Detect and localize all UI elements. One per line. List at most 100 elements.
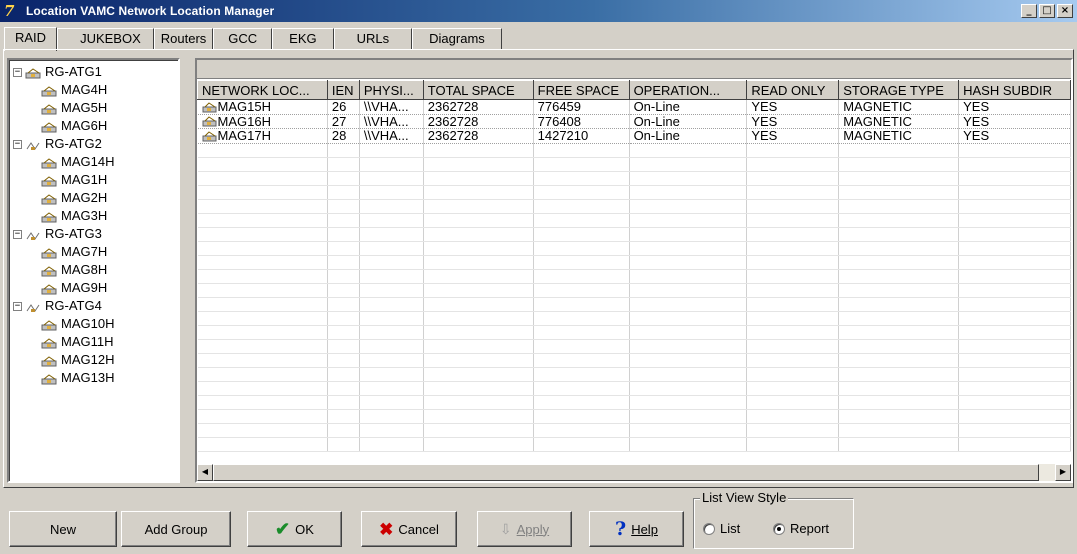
tree-item-mag13h[interactable]: MAG13H bbox=[13, 369, 178, 387]
collapse-icon[interactable]: − bbox=[13, 230, 22, 240]
tree-item-mag10h[interactable]: MAG10H bbox=[13, 315, 178, 333]
storage-icon bbox=[202, 131, 217, 143]
cell-read-only: YES bbox=[746, 114, 840, 130]
column-header-storage-type[interactable]: STORAGE TYPE bbox=[838, 80, 960, 100]
tree-group-label: RG-ATG3 bbox=[45, 226, 102, 241]
empty-cell bbox=[533, 311, 630, 326]
tree-group-rg-atg4[interactable]: − RG-ATG4 bbox=[13, 297, 178, 315]
tree-item-mag11h[interactable]: MAG11H bbox=[13, 333, 178, 351]
tree-item-mag12h[interactable]: MAG12H bbox=[13, 351, 178, 369]
empty-cell bbox=[359, 227, 424, 242]
minimize-button[interactable]: _ bbox=[1021, 4, 1037, 18]
close-button[interactable]: × bbox=[1057, 4, 1073, 18]
column-header-total-space[interactable]: TOTAL SPACE bbox=[422, 80, 534, 100]
cell-hash-subdir: YES bbox=[958, 99, 1071, 115]
column-header-physical-reference[interactable]: PHYSI... bbox=[358, 80, 424, 100]
tree-item-mag9h[interactable]: MAG9H bbox=[13, 279, 178, 297]
column-header-read-only[interactable]: READ ONLY bbox=[746, 80, 840, 100]
horizontal-scrollbar[interactable]: ◀ ▶ bbox=[197, 464, 1071, 481]
cell-free-space: 776459 bbox=[533, 99, 630, 115]
scrollbar-thumb[interactable] bbox=[213, 464, 1039, 481]
tree-item-label: MAG6H bbox=[61, 118, 108, 133]
help-button[interactable]: ? Help bbox=[589, 511, 684, 547]
tree-group-rg-atg3[interactable]: − RG-ATG3 bbox=[13, 225, 178, 243]
tree-item-mag7h[interactable]: MAG7H bbox=[13, 243, 178, 261]
tab-routers[interactable]: Routers bbox=[153, 28, 214, 50]
empty-cell bbox=[423, 269, 534, 284]
storage-icon bbox=[41, 247, 58, 259]
column-header-ien[interactable]: IEN bbox=[326, 80, 360, 100]
column-header-free-space[interactable]: FREE SPACE bbox=[532, 80, 630, 100]
collapse-icon[interactable]: − bbox=[13, 302, 22, 312]
button-label: Add Group bbox=[144, 521, 208, 537]
column-header-network-location[interactable]: NETWORK LOC... bbox=[197, 80, 328, 100]
scroll-left-icon[interactable]: ◀ bbox=[197, 464, 213, 481]
tree-item-mag4h[interactable]: MAG4H bbox=[13, 81, 178, 99]
scroll-right-icon[interactable]: ▶ bbox=[1055, 464, 1071, 481]
tree-item-mag1h[interactable]: MAG1H bbox=[13, 171, 178, 189]
tab-diagrams[interactable]: Diagrams bbox=[412, 28, 502, 50]
empty-cell bbox=[838, 339, 960, 354]
empty-cell bbox=[838, 367, 960, 382]
collapse-icon[interactable]: − bbox=[13, 140, 22, 150]
button-label: Apply bbox=[516, 521, 550, 537]
storage-icon bbox=[202, 101, 217, 114]
list-report-grid[interactable]: NETWORK LOC... IEN PHYSI... TOTAL SPACE … bbox=[197, 80, 1071, 463]
empty-cell bbox=[197, 423, 328, 438]
tree-item-mag3h[interactable]: MAG3H bbox=[13, 207, 178, 225]
table-row[interactable]: MAG15H 26 \\VHA... 2362728 776459 On-Lin… bbox=[197, 99, 1071, 115]
tab-ekg[interactable]: EKG bbox=[272, 28, 334, 50]
radio-button-icon[interactable] bbox=[703, 522, 715, 535]
tree-group-label: RG-ATG2 bbox=[45, 136, 102, 151]
empty-cell bbox=[958, 339, 1071, 354]
maximize-button[interactable]: □ bbox=[1039, 4, 1055, 18]
tree-item-mag5h[interactable]: MAG5H bbox=[13, 99, 178, 117]
storage-icon bbox=[41, 157, 58, 169]
location-tree[interactable]: − RG-ATG1 MAG4H MAG5H MAG6H − RG-ATG2 MAG1… bbox=[7, 58, 180, 483]
empty-cell bbox=[533, 199, 630, 214]
empty-cell bbox=[197, 395, 328, 410]
collapse-icon[interactable]: − bbox=[13, 68, 22, 78]
empty-row bbox=[197, 241, 1071, 256]
ok-button[interactable]: ✔ OK bbox=[247, 511, 342, 547]
empty-cell bbox=[958, 353, 1071, 368]
tree-item-mag6h[interactable]: MAG6H bbox=[13, 117, 178, 135]
empty-cell bbox=[746, 339, 840, 354]
location-list[interactable]: NETWORK LOC... IEN PHYSI... TOTAL SPACE … bbox=[195, 58, 1073, 483]
empty-cell bbox=[359, 283, 424, 298]
column-header-operational-status[interactable]: OPERATION... bbox=[628, 80, 748, 100]
radio-list[interactable]: List bbox=[703, 521, 740, 536]
apply-button[interactable]: ⇩ Apply bbox=[477, 511, 572, 547]
empty-cell bbox=[958, 381, 1071, 396]
tab-urls[interactable]: URLs bbox=[333, 28, 413, 50]
radio-report[interactable]: Report bbox=[773, 521, 829, 536]
empty-cell bbox=[197, 297, 328, 312]
tree-group-rg-atg2[interactable]: − RG-ATG2 bbox=[13, 135, 178, 153]
tree-item-label: MAG1H bbox=[61, 172, 108, 187]
tree-item-mag2h[interactable]: MAG2H bbox=[13, 189, 178, 207]
app-logo-icon: 7 bbox=[4, 2, 15, 20]
tab-jukebox[interactable]: JUKEBOX bbox=[57, 28, 154, 50]
window-titlebar[interactable]: 7 Location VAMC Network Location Manager… bbox=[0, 0, 1077, 22]
scrollbar-track[interactable] bbox=[1039, 464, 1055, 481]
storage-icon bbox=[202, 116, 217, 128]
tab-raid[interactable]: RAID bbox=[4, 27, 58, 51]
cell-network-location: MAG16H bbox=[197, 114, 328, 130]
empty-cell bbox=[533, 227, 630, 242]
empty-cell bbox=[423, 353, 534, 368]
empty-cell bbox=[746, 241, 840, 256]
empty-cell bbox=[359, 325, 424, 340]
tree-item-mag8h[interactable]: MAG8H bbox=[13, 261, 178, 279]
table-row[interactable]: MAG17H 28 \\VHA... 2362728 1427210 On-Li… bbox=[197, 128, 1071, 144]
new-button[interactable]: New bbox=[9, 511, 117, 547]
table-row[interactable]: MAG16H 27 \\VHA... 2362728 776408 On-Lin… bbox=[197, 114, 1071, 130]
tab-gcc[interactable]: GCC bbox=[213, 28, 273, 50]
cancel-button[interactable]: ✖ Cancel bbox=[361, 511, 457, 547]
tree-group-rg-atg1[interactable]: − RG-ATG1 bbox=[13, 63, 178, 81]
tree-item-mag14h[interactable]: MAG14H bbox=[13, 153, 178, 171]
empty-cell bbox=[197, 325, 328, 340]
tree-item-label: MAG8H bbox=[61, 262, 108, 277]
radio-button-selected-icon[interactable] bbox=[773, 522, 785, 535]
add-group-button[interactable]: Add Group bbox=[121, 511, 231, 547]
column-header-hash-subdir[interactable]: HASH SUBDIR bbox=[958, 80, 1071, 100]
